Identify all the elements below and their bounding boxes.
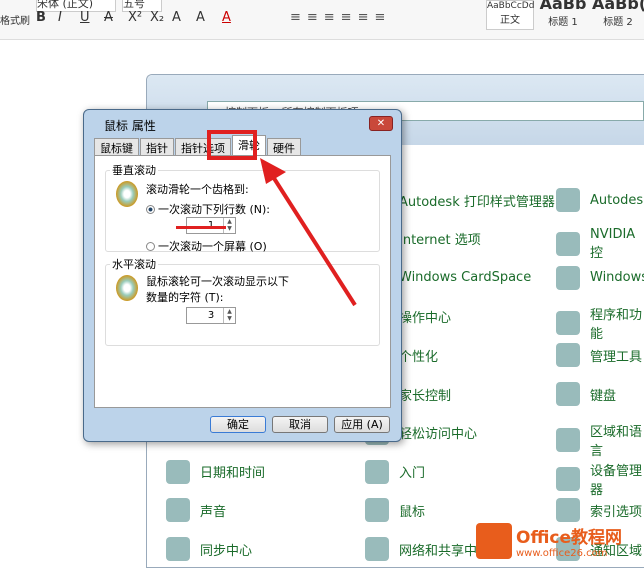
watermark-brand: Office教程网 bbox=[516, 528, 623, 548]
watermark: Office教程网 www.office26.com bbox=[476, 518, 642, 564]
red-arrow-icon bbox=[260, 158, 357, 307]
watermark-url: www.office26.com bbox=[516, 548, 608, 559]
office-logo-icon bbox=[476, 523, 512, 559]
